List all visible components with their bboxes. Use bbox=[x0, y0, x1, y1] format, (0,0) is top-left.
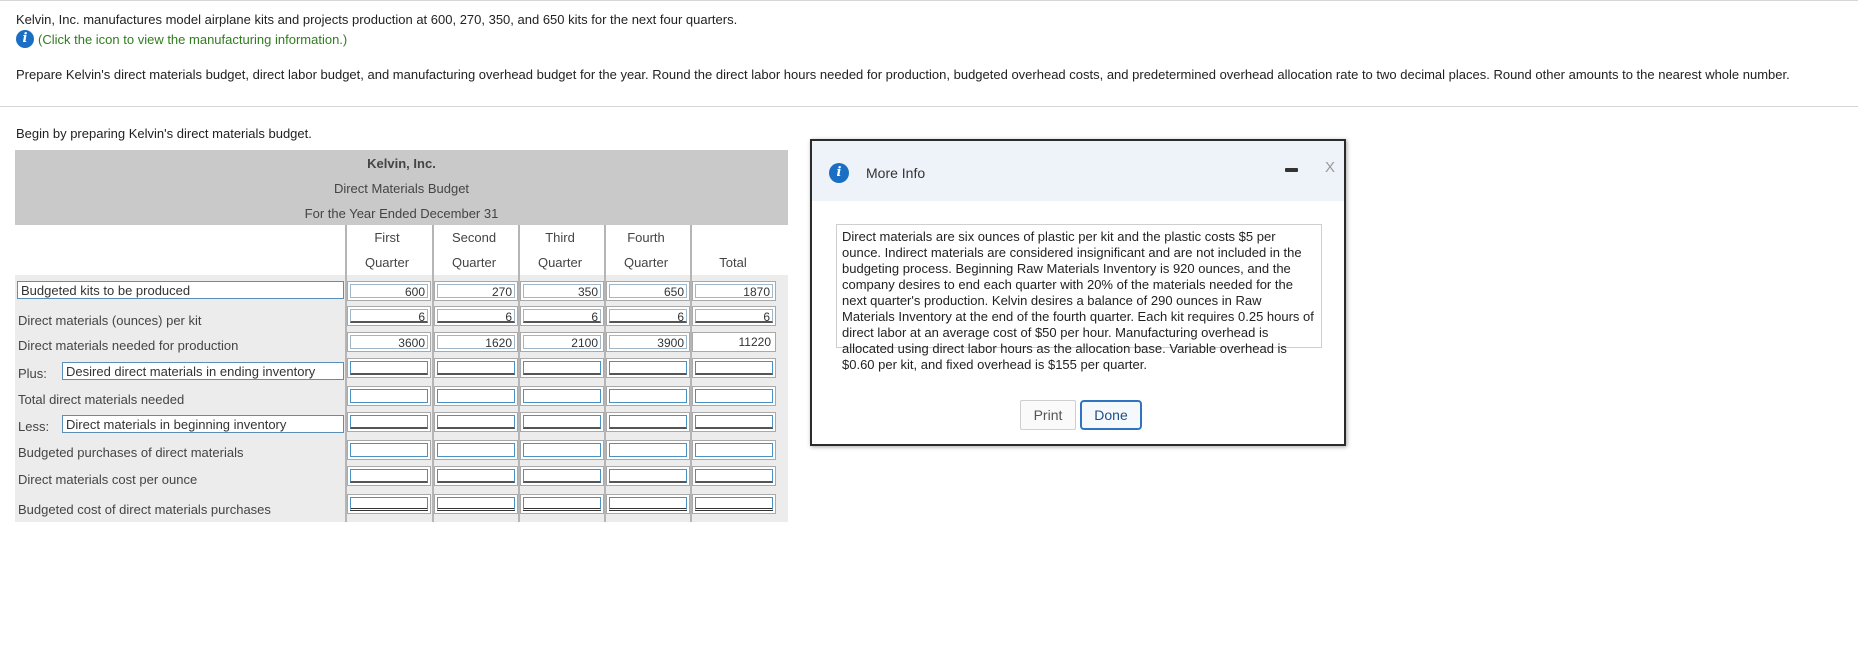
cell-r8-q3[interactable] bbox=[520, 466, 604, 486]
cell-r8-total[interactable] bbox=[692, 466, 776, 486]
cell-r1-total[interactable]: 1870 bbox=[692, 281, 776, 301]
cell-r5-q4[interactable] bbox=[606, 386, 690, 406]
budget-title: Direct Materials Budget bbox=[333, 181, 470, 196]
col-second-line1: Second bbox=[451, 230, 497, 245]
cell-r6-q1[interactable] bbox=[347, 412, 431, 432]
cell-r9-q4[interactable] bbox=[606, 494, 690, 514]
dialog-header[interactable]: i More Info X bbox=[812, 141, 1344, 201]
col-third-line2: Quarter bbox=[537, 255, 583, 270]
row-label-budgeted-kits[interactable]: Budgeted kits to be produced bbox=[17, 281, 344, 299]
cell-r7-q2[interactable] bbox=[434, 440, 518, 460]
cell-r8-q4[interactable] bbox=[606, 466, 690, 486]
cell-r3-q4[interactable]: 3900 bbox=[606, 332, 690, 352]
more-info-dialog: i More Info X Direct materials are six o… bbox=[810, 139, 1346, 446]
row-label-materials-needed: Direct materials needed for production bbox=[18, 338, 239, 353]
dialog-title: More Info bbox=[866, 165, 926, 181]
print-button[interactable]: Print bbox=[1020, 400, 1076, 430]
row-label-cost-per-ounce: Direct materials cost per ounce bbox=[18, 472, 198, 487]
col-fourth-line1: Fourth bbox=[627, 230, 665, 245]
cell-r9-q3[interactable] bbox=[520, 494, 604, 514]
col-fourth-line2: Quarter bbox=[623, 255, 669, 270]
cell-r5-q1[interactable] bbox=[347, 386, 431, 406]
col-third-line1: Third bbox=[545, 230, 575, 245]
budget-period: For the Year Ended December 31 bbox=[304, 206, 499, 221]
top-divider bbox=[0, 0, 1858, 1]
col-first-line2: Quarter bbox=[364, 255, 410, 270]
close-icon[interactable]: X bbox=[1325, 159, 1335, 176]
cell-r4-q4[interactable] bbox=[606, 358, 690, 378]
row-label-budgeted-purchases: Budgeted purchases of direct materials bbox=[18, 445, 244, 460]
cell-r5-q3[interactable] bbox=[520, 386, 604, 406]
row-label-ending-inventory[interactable]: Desired direct materials in ending inven… bbox=[62, 362, 344, 380]
cell-r1-q4[interactable]: 650 bbox=[606, 281, 690, 301]
row-label-total-needed: Total direct materials needed bbox=[18, 392, 185, 407]
minimize-icon[interactable] bbox=[1285, 168, 1298, 172]
cell-r4-q1[interactable] bbox=[347, 358, 431, 378]
row-prefix-plus: Plus: bbox=[18, 366, 47, 381]
cell-r7-total[interactable] bbox=[692, 440, 776, 460]
row-label-cost-of-purchases: Budgeted cost of direct materials purcha… bbox=[18, 502, 271, 517]
cell-r6-q4[interactable] bbox=[606, 412, 690, 432]
done-button[interactable]: Done bbox=[1080, 400, 1142, 430]
row-label-materials-per-kit: Direct materials (ounces) per kit bbox=[18, 313, 202, 328]
cell-r6-q3[interactable] bbox=[520, 412, 604, 432]
cell-r1-q2[interactable]: 270 bbox=[434, 281, 518, 301]
col-second-line2: Quarter bbox=[451, 255, 497, 270]
cell-r4-q2[interactable] bbox=[434, 358, 518, 378]
cell-r9-total[interactable] bbox=[692, 494, 776, 514]
problem-intro: Kelvin, Inc. manufactures model airplane… bbox=[16, 12, 738, 27]
cell-r9-q2[interactable] bbox=[434, 494, 518, 514]
cell-r7-q4[interactable] bbox=[606, 440, 690, 460]
cell-r6-q2[interactable] bbox=[434, 412, 518, 432]
row-prefix-less: Less: bbox=[18, 419, 50, 434]
cell-r2-q2[interactable]: 6 bbox=[434, 306, 518, 326]
cell-r4-q3[interactable] bbox=[520, 358, 604, 378]
section-divider bbox=[0, 106, 1858, 107]
cell-r3-q2[interactable]: 1620 bbox=[434, 332, 518, 352]
cell-r8-q2[interactable] bbox=[434, 466, 518, 486]
row-label-beginning-inventory[interactable]: Direct materials in beginning inventory bbox=[62, 415, 344, 433]
budget-company: Kelvin, Inc. bbox=[367, 156, 436, 171]
info-icon[interactable]: i bbox=[16, 30, 34, 48]
cell-r8-q1[interactable] bbox=[347, 466, 431, 486]
cell-r3-total[interactable]: 11220 bbox=[692, 332, 776, 352]
cell-r1-q1[interactable]: 600 bbox=[347, 281, 431, 301]
cell-r5-total[interactable] bbox=[692, 386, 776, 406]
col-first-line1: First bbox=[374, 230, 400, 245]
cell-r4-total[interactable] bbox=[692, 358, 776, 378]
cell-r2-q1[interactable]: 6 bbox=[347, 306, 431, 326]
cell-r9-q1[interactable] bbox=[347, 494, 431, 514]
cell-r7-q3[interactable] bbox=[520, 440, 604, 460]
cell-r2-total[interactable]: 6 bbox=[692, 306, 776, 326]
direct-materials-budget: Kelvin, Inc. Direct Materials Budget For… bbox=[15, 150, 788, 522]
info-hint[interactable]: i (Click the icon to view the manufactur… bbox=[16, 30, 347, 48]
cell-r2-q4[interactable]: 6 bbox=[606, 306, 690, 326]
cell-r1-q3[interactable]: 350 bbox=[520, 281, 604, 301]
begin-prompt: Begin by preparing Kelvin's direct mater… bbox=[16, 126, 312, 141]
cell-r3-q1[interactable]: 3600 bbox=[347, 332, 431, 352]
cell-r3-q3[interactable]: 2100 bbox=[520, 332, 604, 352]
cell-r2-q3[interactable]: 6 bbox=[520, 306, 604, 326]
cell-r6-total[interactable] bbox=[692, 412, 776, 432]
info-hint-text[interactable]: (Click the icon to view the manufacturin… bbox=[38, 32, 347, 47]
cell-r5-q2[interactable] bbox=[434, 386, 518, 406]
col-total-line2: Total bbox=[719, 255, 747, 270]
info-icon: i bbox=[829, 163, 849, 183]
instructions: Prepare Kelvin's direct materials budget… bbox=[16, 67, 1790, 82]
more-info-text: Direct materials are six ounces of plast… bbox=[836, 224, 1322, 372]
cell-r7-q1[interactable] bbox=[347, 440, 431, 460]
